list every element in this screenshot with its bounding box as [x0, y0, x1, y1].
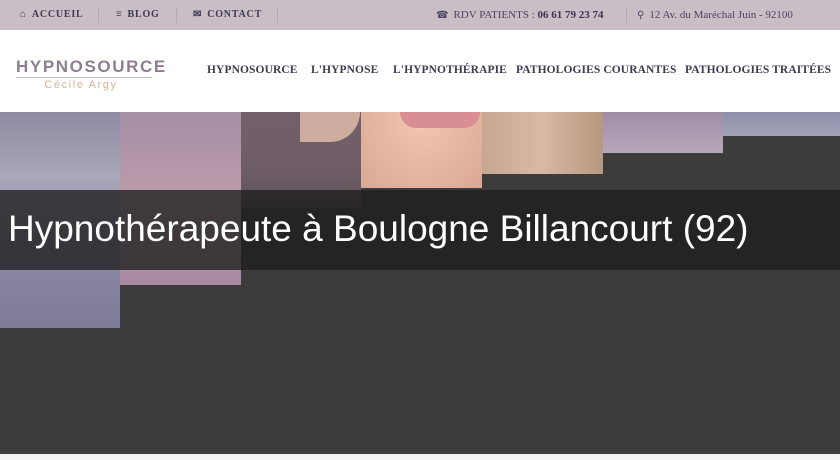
- divider: [626, 7, 627, 23]
- blog-link-label: BLOG: [127, 9, 160, 20]
- nav-item-hypnotherapie[interactable]: L'HYPNOTHÉRAPIE: [393, 60, 507, 80]
- hero-image-tile: [482, 112, 603, 174]
- logo-subtitle: Cécile Argy: [44, 79, 118, 91]
- phone-info[interactable]: ☎ RDV PATIENTS : 06 61 79 23 74: [436, 0, 604, 30]
- contact-link-label: CONTACT: [207, 9, 263, 20]
- hero-title-bar: Hypnothérapeute à Boulogne Billancourt (…: [0, 190, 840, 270]
- site-logo[interactable]: HYPNOSOURCE Cécile Argy: [16, 57, 167, 91]
- home-link[interactable]: ⌂ ACCUEIL: [20, 0, 84, 30]
- envelope-icon: ✉: [193, 9, 203, 20]
- rss-icon: ≡: [116, 9, 123, 20]
- logo-name: HYPNOSOURCE: [16, 57, 167, 76]
- nav-item-hypnosource[interactable]: HYPNOSOURCE: [207, 60, 298, 80]
- nav-item-hypnose[interactable]: L'HYPNOSE: [311, 60, 378, 80]
- divider: [98, 7, 99, 23]
- nav-item-pathologies-courantes[interactable]: PATHOLOGIES COURANTES: [516, 60, 676, 80]
- top-bar: ⌂ ACCUEIL ≡ BLOG ✉ CONTACT ☎ RDV PATIENTS : …: [0, 0, 840, 31]
- divider: [277, 7, 278, 23]
- home-link-label: ACCUEIL: [31, 9, 84, 20]
- home-icon: ⌂: [20, 9, 27, 20]
- address-info: ⚲ 12 Av. du Maréchal Juin - 92100: [637, 0, 793, 30]
- phone-icon: ☎: [436, 10, 449, 21]
- phone-prefix: RDV PATIENTS :: [453, 9, 538, 21]
- hero-banner: Hypnothérapeute à Boulogne Billancourt (…: [0, 112, 840, 454]
- blog-link[interactable]: ≡ BLOG: [116, 0, 160, 30]
- page-title: Hypnothérapeute à Boulogne Billancourt (…: [8, 208, 749, 249]
- hero-image-tile: [603, 112, 723, 153]
- site-header: HYPNOSOURCE Cécile Argy HYPNOSOURCE L'HY…: [0, 30, 840, 113]
- phone-number: 06 61 79 23 74: [537, 9, 604, 21]
- divider: [176, 7, 177, 23]
- hero-image-lips: [400, 112, 480, 128]
- contact-link[interactable]: ✉ CONTACT: [193, 0, 262, 30]
- nav-item-pathologies-traitees[interactable]: PATHOLOGIES TRAITÉES: [685, 60, 831, 80]
- address-text: 12 Av. du Maréchal Juin - 92100: [649, 9, 793, 21]
- logo-rule: [16, 77, 152, 78]
- hero-image-tile: [723, 112, 840, 136]
- map-marker-icon: ⚲: [637, 10, 645, 21]
- hero-bottom-border: [0, 454, 840, 460]
